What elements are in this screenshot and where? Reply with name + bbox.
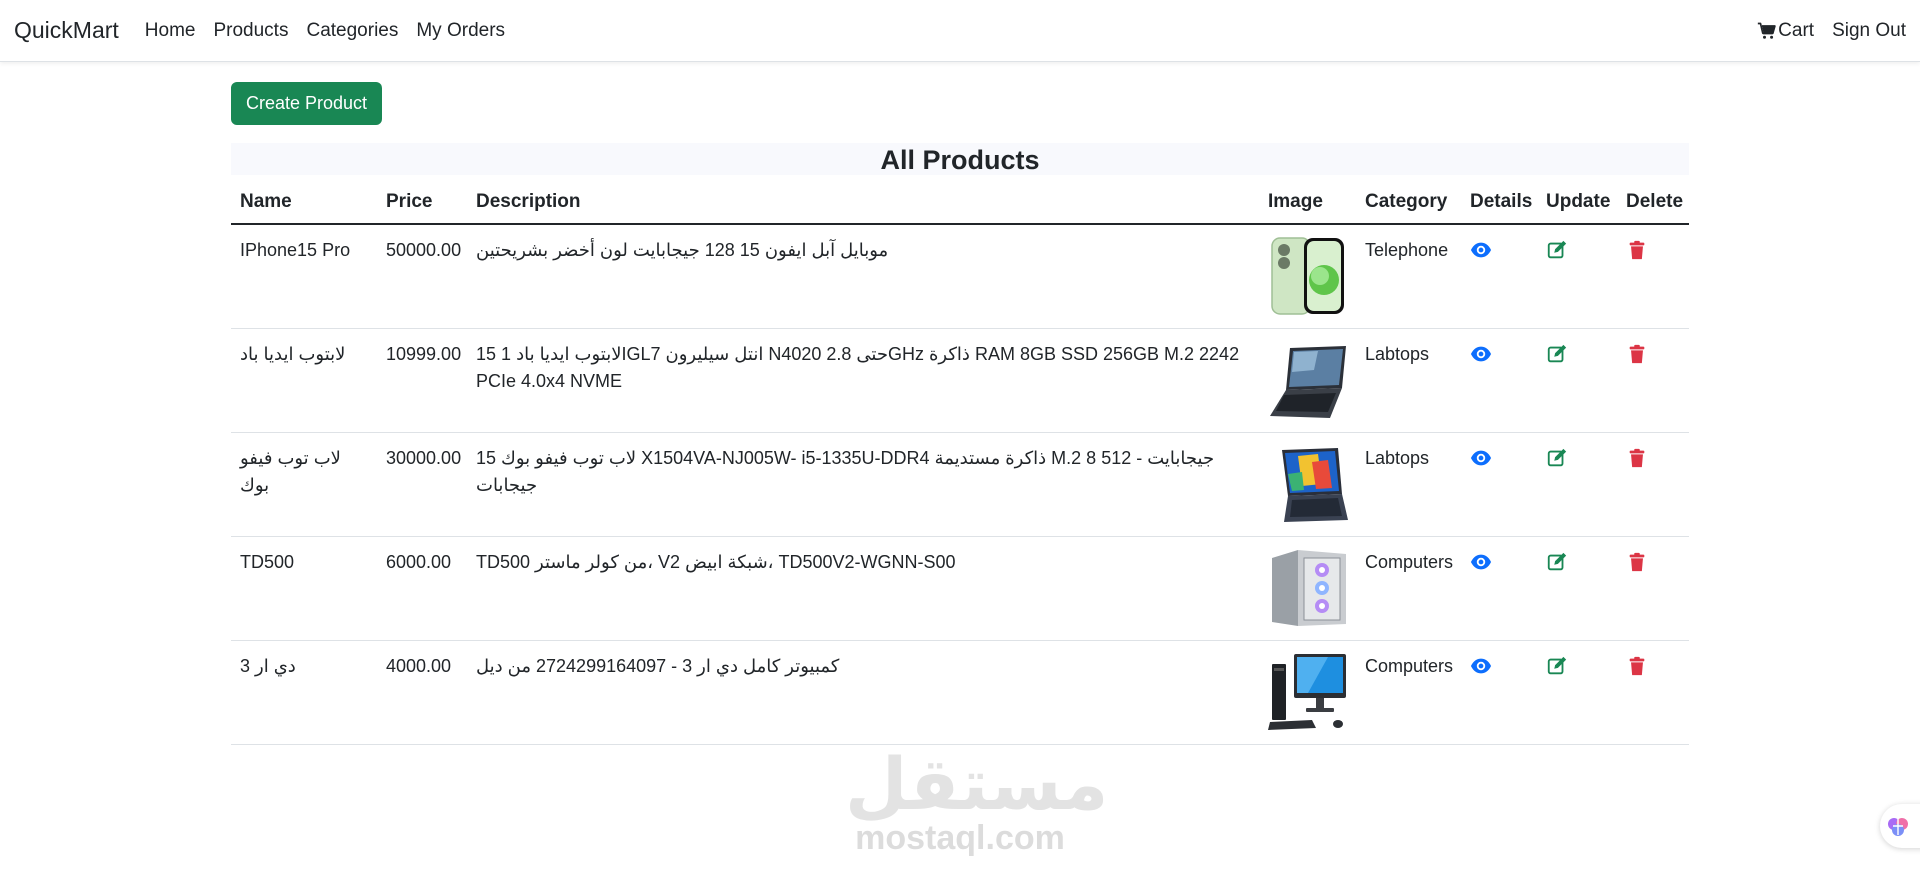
cell-image xyxy=(1259,536,1356,641)
header-update: Update xyxy=(1537,179,1617,225)
edit-icon[interactable] xyxy=(1546,551,1568,573)
cell-image xyxy=(1259,432,1356,537)
trash-icon[interactable] xyxy=(1626,655,1648,677)
cell-category: Labtops xyxy=(1356,432,1461,537)
cell-update xyxy=(1537,328,1617,433)
header-name: Name xyxy=(231,179,377,225)
cell-details xyxy=(1461,328,1537,433)
main-container: Create Product All Products Name Price D… xyxy=(231,82,1689,745)
desktop-computer-image xyxy=(1268,652,1348,732)
table-row: لابتوب ايديا باد 10999.00 لابتوب ايديا ب… xyxy=(231,328,1689,433)
cell-description: موبايل آبل ايفون 15 128 جيجابايت لون أخض… xyxy=(467,224,1259,329)
cell-details xyxy=(1461,432,1537,537)
table-row: IPhone15 Pro 50000.00 موبايل آبل ايفون 1… xyxy=(231,224,1689,329)
nav-products-link[interactable]: Products xyxy=(213,20,288,42)
cell-image xyxy=(1259,224,1356,329)
trash-icon[interactable] xyxy=(1626,239,1648,261)
header-details: Details xyxy=(1461,179,1537,225)
cell-category: Labtops xyxy=(1356,328,1461,433)
cell-price: 50000.00 xyxy=(377,224,467,329)
cell-description: لابتوب ايديا باد 1 15IGL7 انتل سيليرون N… xyxy=(467,328,1259,433)
eye-icon[interactable] xyxy=(1470,551,1492,573)
cell-delete xyxy=(1617,224,1689,329)
cell-image xyxy=(1259,328,1356,433)
page-title: All Products xyxy=(231,143,1689,175)
trash-icon[interactable] xyxy=(1626,551,1648,573)
cell-details xyxy=(1461,224,1537,329)
products-table: Name Price Description Image Category De… xyxy=(231,179,1689,745)
watermark-latin: mostaql.com xyxy=(855,819,1065,857)
watermark-arabic: مستقل xyxy=(845,742,1109,826)
cell-description: كمبيوتر كامل دي ار 3 - 2724299164097 من … xyxy=(467,640,1259,745)
eye-icon[interactable] xyxy=(1470,447,1492,469)
cell-category: Telephone xyxy=(1356,224,1461,329)
cell-delete xyxy=(1617,432,1689,537)
table-row: TD500 6000.00 TD500 من كولر ماستر، V2 شب… xyxy=(231,536,1689,641)
table-row: دي ار 3 4000.00 كمبيوتر كامل دي ار 3 - 2… xyxy=(231,640,1689,745)
table-row: لاب توب فيفو بوك 30000.00 لاب توب فيفو ب… xyxy=(231,432,1689,537)
header-category: Category xyxy=(1356,179,1461,225)
edit-icon[interactable] xyxy=(1546,655,1568,677)
pc-case-image xyxy=(1268,548,1348,628)
laptop-image xyxy=(1268,444,1348,524)
floating-assistant-button[interactable] xyxy=(1880,804,1920,848)
table-header-row: Name Price Description Image Category De… xyxy=(231,179,1689,225)
trash-icon[interactable] xyxy=(1626,447,1648,469)
watermark-logo: مستقل mostaql.com xyxy=(845,742,1109,857)
cell-price: 30000.00 xyxy=(377,432,467,537)
edit-icon[interactable] xyxy=(1546,447,1568,469)
cart-label: Cart xyxy=(1778,19,1815,41)
nav-categories-link[interactable]: Categories xyxy=(306,20,398,42)
header-description: Description xyxy=(467,179,1259,225)
header-image: Image xyxy=(1259,179,1356,225)
cell-update xyxy=(1537,224,1617,329)
sign-out-link[interactable]: Sign Out xyxy=(1832,20,1906,42)
cell-update xyxy=(1537,432,1617,537)
cell-name: لابتوب ايديا باد xyxy=(231,328,377,433)
eye-icon[interactable] xyxy=(1470,239,1492,261)
cell-image xyxy=(1259,640,1356,745)
cell-description: لاب توب فيفو بوك 15 X1504VA-NJ005W- i5-1… xyxy=(467,432,1259,537)
nav-my-orders-link[interactable]: My Orders xyxy=(416,20,505,42)
cell-price: 6000.00 xyxy=(377,536,467,641)
cart-link[interactable]: Cart xyxy=(1757,20,1814,42)
cell-name: دي ار 3 xyxy=(231,640,377,745)
cell-delete xyxy=(1617,328,1689,433)
nav-home-link[interactable]: Home xyxy=(145,20,196,42)
edit-icon[interactable] xyxy=(1546,239,1568,261)
cell-update xyxy=(1537,536,1617,641)
cell-delete xyxy=(1617,640,1689,745)
brand-logo[interactable]: QuickMart xyxy=(14,17,119,44)
cell-delete xyxy=(1617,536,1689,641)
iphone-image xyxy=(1268,236,1348,316)
edit-icon[interactable] xyxy=(1546,343,1568,365)
eye-icon[interactable] xyxy=(1470,343,1492,365)
trash-icon[interactable] xyxy=(1626,343,1648,365)
cell-price: 4000.00 xyxy=(377,640,467,745)
cart-icon xyxy=(1757,22,1776,39)
cell-details xyxy=(1461,640,1537,745)
create-product-button[interactable]: Create Product xyxy=(231,82,383,125)
cell-update xyxy=(1537,640,1617,745)
laptop-image xyxy=(1268,340,1348,420)
header-price: Price xyxy=(377,179,467,225)
cell-price: 10999.00 xyxy=(377,328,467,433)
cell-description: TD500 من كولر ماستر، V2 شبكة ابيض، TD500… xyxy=(467,536,1259,641)
cell-name: TD500 xyxy=(231,536,377,641)
header-delete: Delete xyxy=(1617,179,1689,225)
cell-category: Computers xyxy=(1356,536,1461,641)
eye-icon[interactable] xyxy=(1470,655,1492,677)
cell-name: لاب توب فيفو بوك xyxy=(231,432,377,537)
brain-icon xyxy=(1888,818,1908,836)
nav-right-group: Cart Sign Out xyxy=(1739,20,1906,42)
top-navbar: QuickMart Home Products Categories My Or… xyxy=(0,0,1920,62)
cell-category: Computers xyxy=(1356,640,1461,745)
cell-name: IPhone15 Pro xyxy=(231,224,377,329)
cell-details xyxy=(1461,536,1537,641)
